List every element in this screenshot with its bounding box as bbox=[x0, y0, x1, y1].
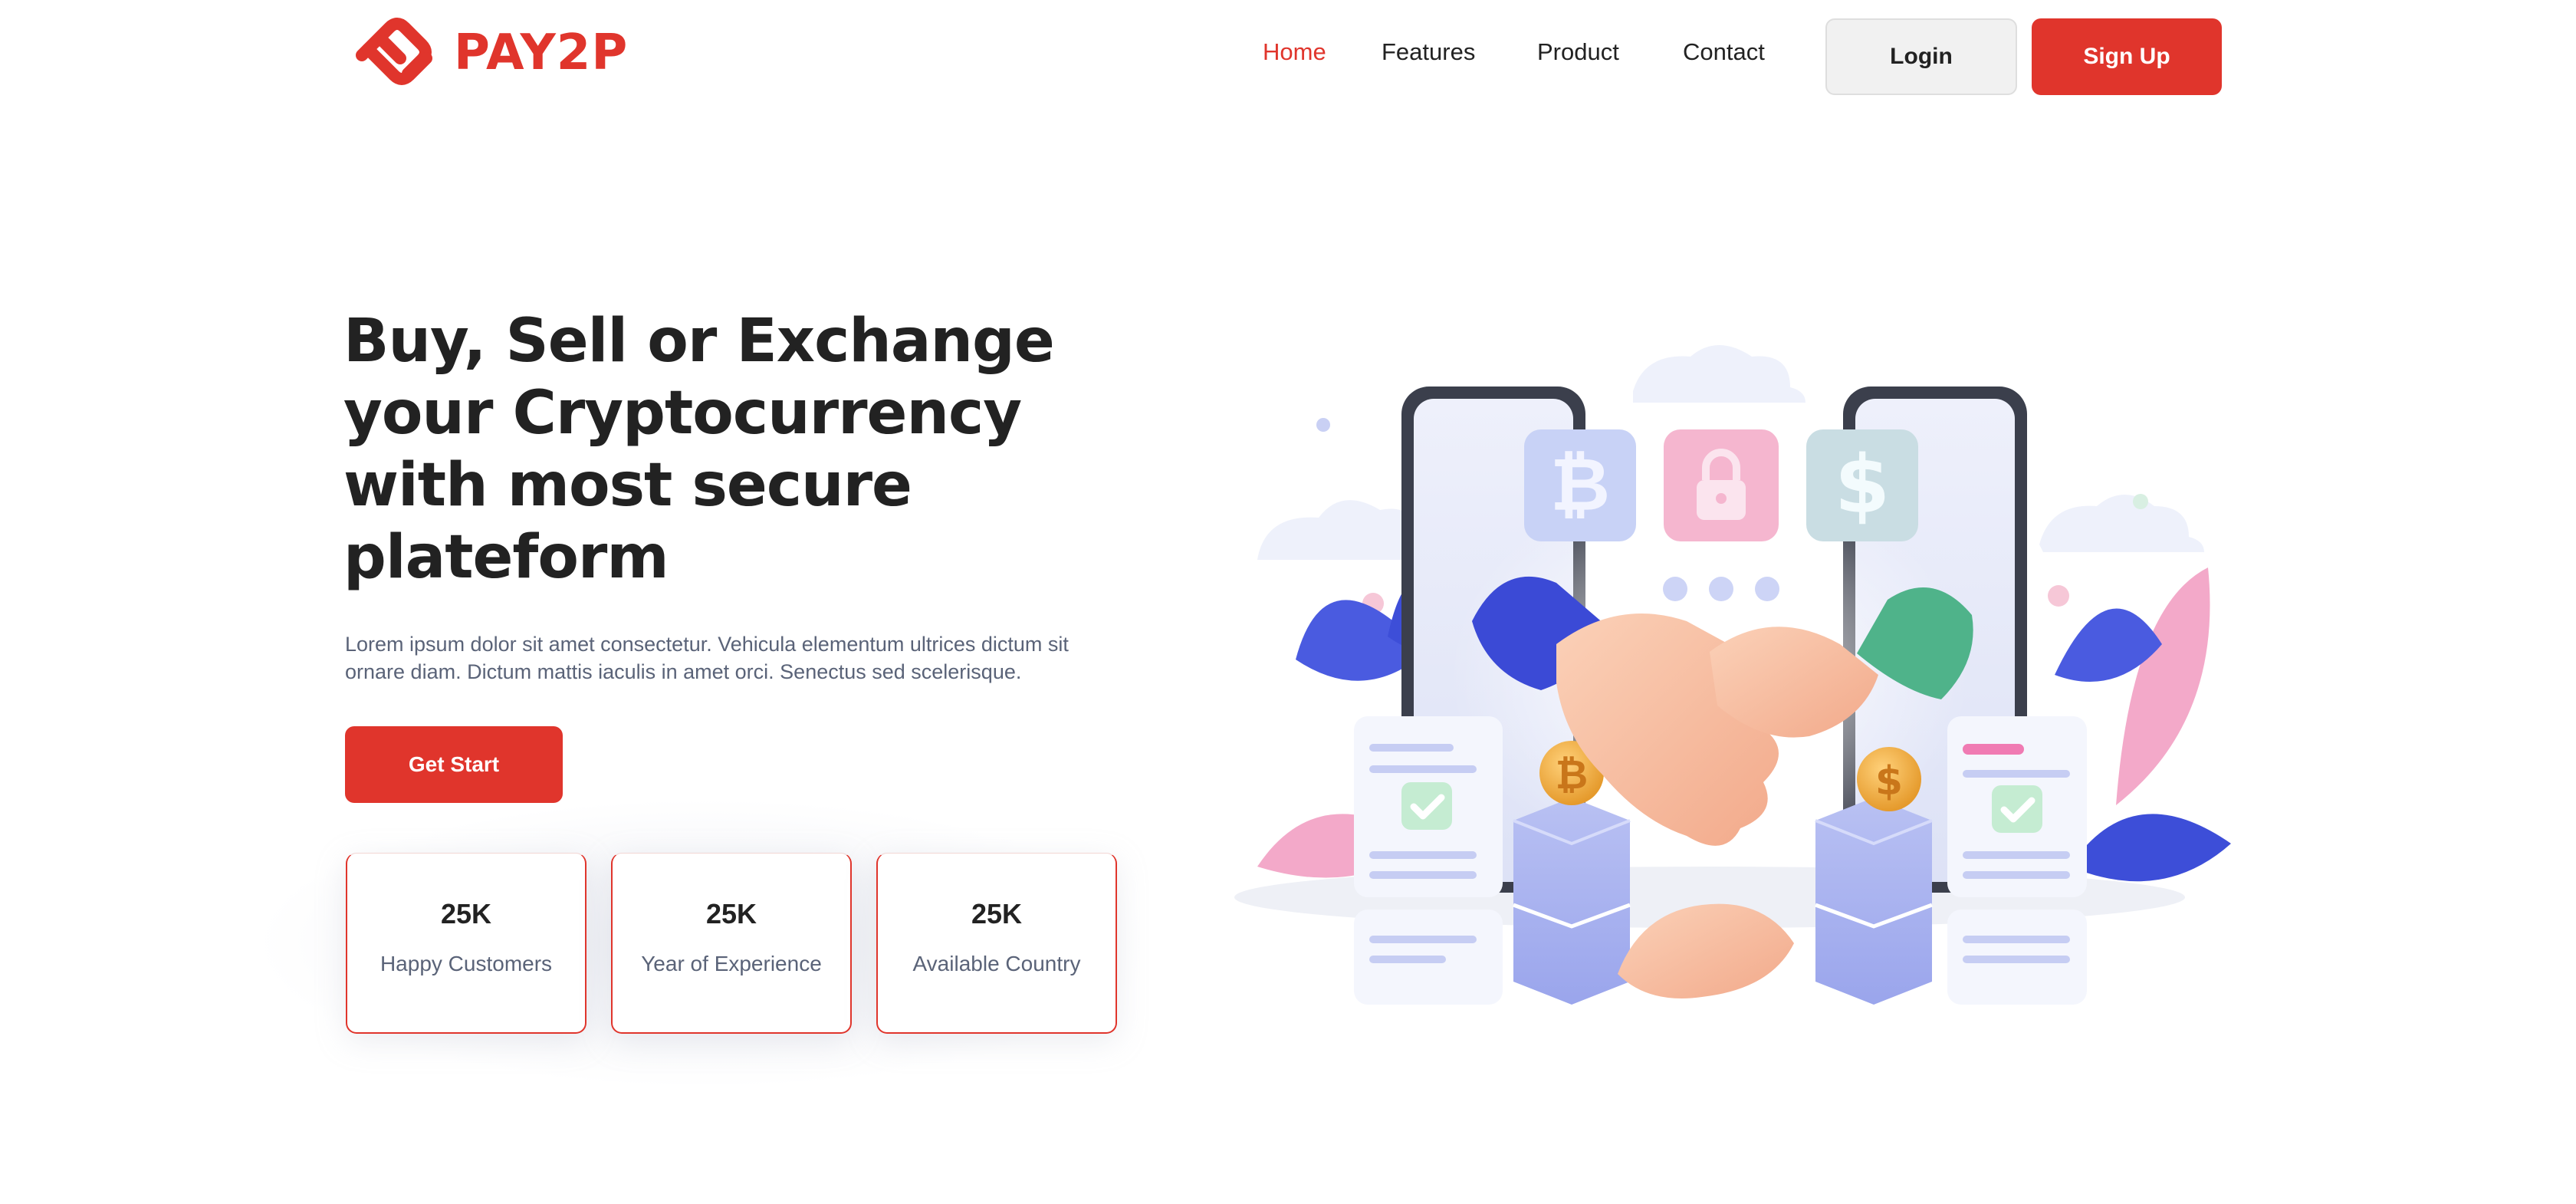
lock-icon bbox=[1664, 429, 1779, 541]
hero-title: Buy, Sell or Exchange your Cryptocurrenc… bbox=[343, 305, 1110, 594]
loading-dot bbox=[1709, 577, 1733, 601]
decor-dot bbox=[1316, 418, 1330, 432]
document-card-left bbox=[1354, 716, 1503, 1005]
svg-text:₿: ₿ bbox=[1550, 442, 1610, 528]
hero-description: Lorem ipsum dolor sit amet consectetur. … bbox=[345, 633, 1069, 683]
cube-stack-left bbox=[1513, 798, 1631, 1005]
landing-page: PAY2P Home Features Product Contact Logi… bbox=[0, 0, 2576, 1204]
svg-text:$: $ bbox=[1875, 758, 1903, 804]
nav-features[interactable]: Features bbox=[1382, 38, 1475, 66]
login-button[interactable]: Login bbox=[1825, 18, 2017, 95]
check-icon bbox=[1401, 782, 1452, 830]
stat-label: Available Country bbox=[912, 952, 1081, 975]
document-card-right bbox=[1947, 716, 2087, 1005]
decor-dot bbox=[2133, 494, 2148, 509]
brand-name: PAY2P bbox=[454, 25, 629, 81]
loading-dot bbox=[1755, 577, 1779, 601]
stat-card-happy-customers: 25K Happy Customers bbox=[346, 853, 586, 1034]
hero-title-line: with most secure bbox=[343, 451, 912, 520]
stat-label: Year of Experience bbox=[641, 952, 822, 975]
stat-card-available-country: 25K Available Country bbox=[876, 853, 1117, 1034]
decor-dot bbox=[2048, 585, 2069, 607]
coin-icon: $ bbox=[1857, 747, 1921, 811]
pay2p-logo-icon bbox=[356, 18, 432, 85]
hero-title-line: plateform bbox=[343, 523, 669, 592]
stat-label: Happy Customers bbox=[380, 952, 553, 975]
get-start-button[interactable]: Get Start bbox=[345, 726, 563, 803]
nav-home[interactable]: Home bbox=[1263, 38, 1326, 66]
svg-text:$: $ bbox=[1835, 438, 1890, 531]
dollar-icon: $ bbox=[1806, 429, 1918, 541]
nav-contact[interactable]: Contact bbox=[1683, 38, 1765, 66]
stat-value: 25K bbox=[971, 898, 1023, 929]
crypto-handshake-illustration: ₿ $ ₿ $ bbox=[1234, 345, 2231, 1005]
stat-value: 25K bbox=[440, 898, 492, 929]
brand-logo[interactable]: PAY2P bbox=[345, 11, 628, 95]
cube-stack-right bbox=[1815, 798, 1933, 1005]
svg-text:₿: ₿ bbox=[1556, 752, 1588, 798]
loading-dot bbox=[1663, 577, 1687, 601]
nav-product[interactable]: Product bbox=[1537, 38, 1619, 66]
stat-value: 25K bbox=[705, 898, 757, 929]
check-icon bbox=[1992, 785, 2042, 833]
bitcoin-icon: ₿ bbox=[1524, 429, 1636, 541]
stat-card-year-of-experience: 25K Year of Experience bbox=[611, 853, 852, 1034]
hero-title-line: Buy, Sell or Exchange bbox=[343, 307, 1055, 376]
signup-button[interactable]: Sign Up bbox=[2032, 18, 2222, 95]
hero-title-line: your Cryptocurrency bbox=[343, 379, 1022, 448]
